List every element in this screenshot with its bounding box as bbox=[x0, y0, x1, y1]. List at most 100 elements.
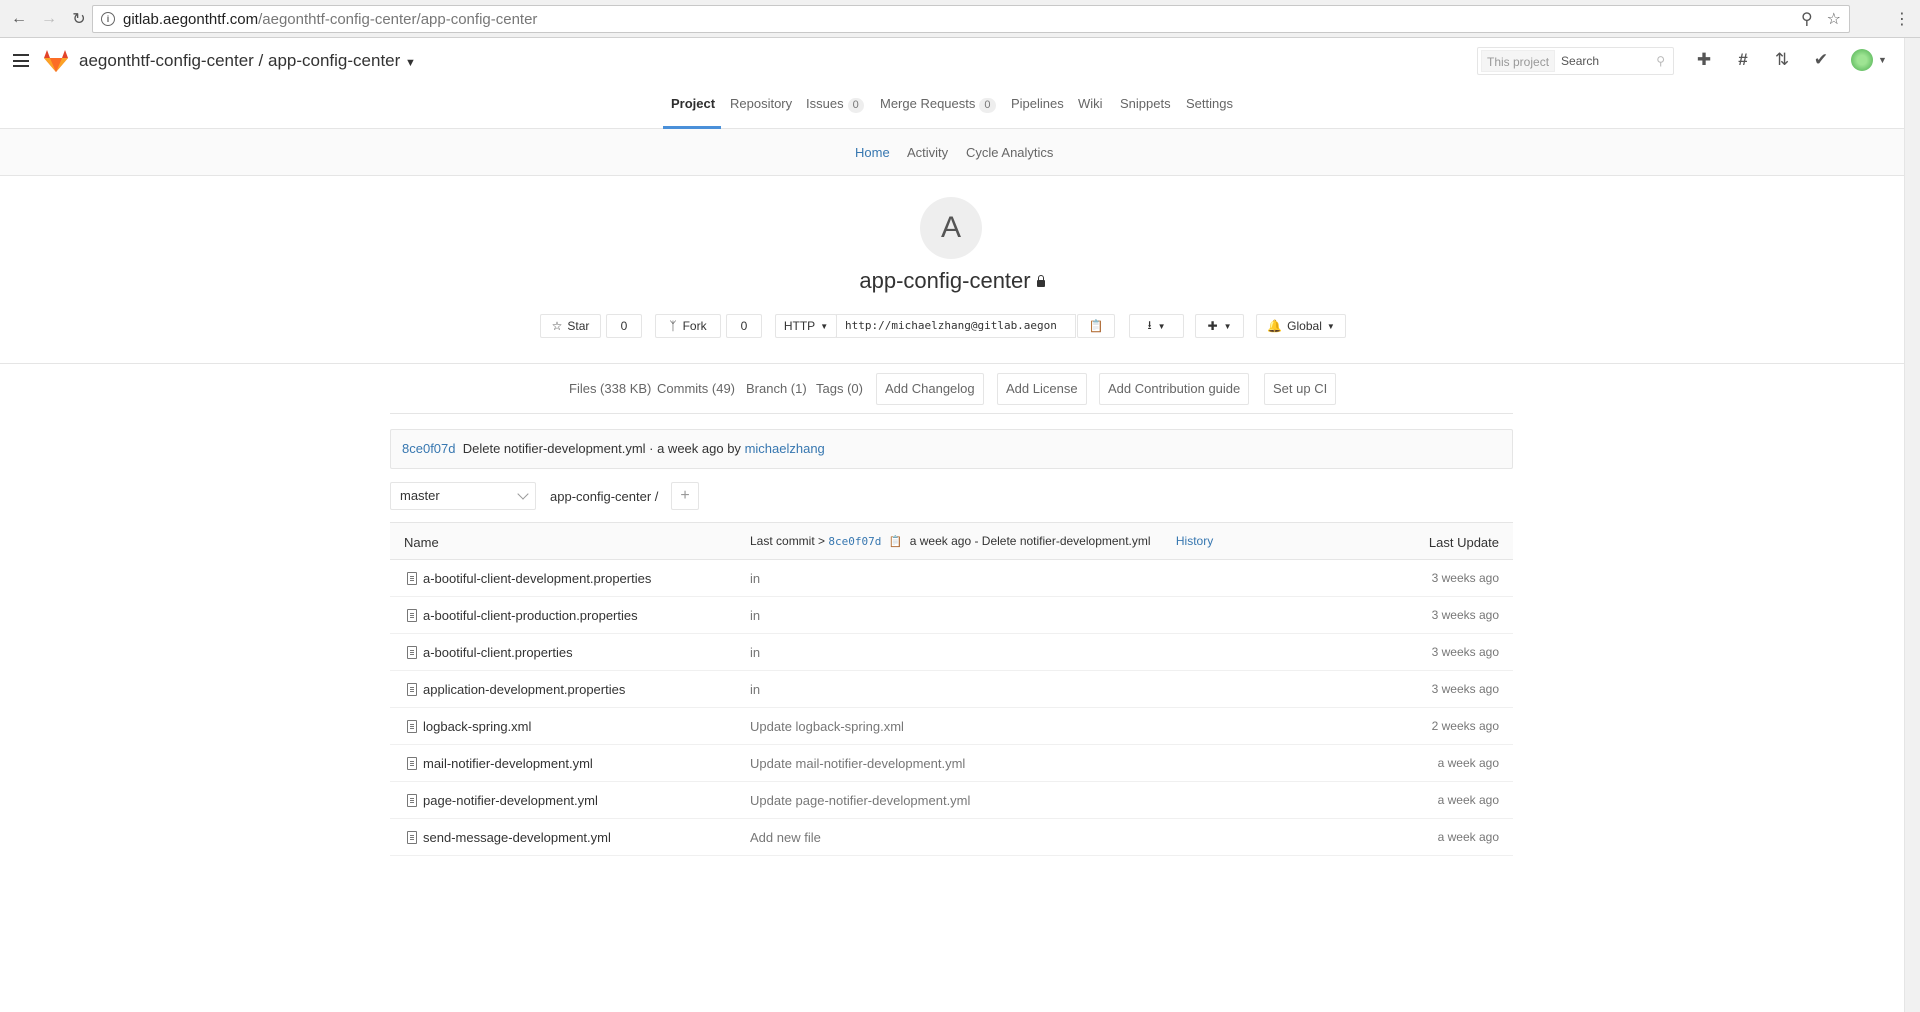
tab-pipelines[interactable]: Pipelines bbox=[1011, 96, 1064, 111]
merge-request-icon[interactable]: ⇅ bbox=[1771, 50, 1793, 70]
table-row[interactable]: a-bootiful-client-production.properties … bbox=[390, 597, 1513, 634]
hamburger-menu-icon[interactable] bbox=[13, 54, 29, 67]
file-name-link[interactable]: logback-spring.xml bbox=[423, 719, 531, 734]
reload-icon[interactable]: ↻ bbox=[66, 6, 92, 32]
table-row[interactable]: page-notifier-development.yml Update pag… bbox=[390, 782, 1513, 819]
file-name-link[interactable]: application-development.properties bbox=[423, 682, 625, 697]
files-stat-link[interactable]: Files (338 KB) bbox=[569, 381, 651, 396]
column-header-name: Name bbox=[404, 535, 439, 550]
breadcrumb[interactable]: app-config-center / bbox=[550, 489, 658, 504]
tab-wiki[interactable]: Wiki bbox=[1078, 96, 1103, 111]
file-name-link[interactable]: mail-notifier-development.yml bbox=[423, 756, 593, 771]
history-link[interactable]: History bbox=[1176, 534, 1213, 548]
tab-issues[interactable]: Issues 0 bbox=[806, 96, 864, 113]
info-icon[interactable]: i bbox=[101, 12, 115, 26]
subtab-cycle-analytics[interactable]: Cycle Analytics bbox=[966, 145, 1053, 160]
forward-icon[interactable]: → bbox=[36, 6, 62, 32]
add-contribution-guide-button[interactable]: Add Contribution guide bbox=[1099, 373, 1250, 405]
commits-stat-link[interactable]: Commits (49) bbox=[657, 381, 735, 396]
tab-merge-requests[interactable]: Merge Requests 0 bbox=[880, 96, 996, 113]
table-row[interactable]: application-development.properties in 3 … bbox=[390, 671, 1513, 708]
table-row[interactable]: send-message-development.yml Add new fil… bbox=[390, 819, 1513, 856]
file-name-link[interactable]: page-notifier-development.yml bbox=[423, 793, 598, 808]
file-commit-message[interactable]: in bbox=[750, 645, 760, 660]
file-last-update: a week ago bbox=[1437, 756, 1499, 770]
commit-sha-link[interactable]: 8ce0f07d bbox=[402, 441, 456, 456]
file-commit-message[interactable]: Update mail-notifier-development.yml bbox=[750, 756, 965, 771]
new-item-dropdown[interactable]: ✚ ▼ bbox=[1195, 314, 1244, 338]
issues-hash-icon[interactable]: # bbox=[1732, 50, 1754, 70]
clone-url-input[interactable]: http://michaelzhang@gitlab.aegon bbox=[836, 314, 1076, 338]
caret-down-icon: ▼ bbox=[1326, 321, 1335, 331]
file-icon bbox=[407, 646, 417, 659]
browser-menu-icon[interactable]: ⋮ bbox=[1894, 9, 1910, 29]
notification-dropdown[interactable]: 🔔 Global ▼ bbox=[1256, 314, 1346, 338]
file-name-link[interactable]: a-bootiful-client-production.properties bbox=[423, 608, 638, 623]
search-scope-badge[interactable]: This project bbox=[1481, 50, 1556, 72]
add-license-button[interactable]: Add License bbox=[997, 373, 1087, 405]
tab-repository[interactable]: Repository bbox=[730, 96, 792, 111]
search-placeholder: Search bbox=[1561, 54, 1600, 68]
file-commit-message[interactable]: in bbox=[750, 608, 760, 623]
table-row[interactable]: logback-spring.xml Update logback-spring… bbox=[390, 708, 1513, 745]
plus-icon[interactable]: ✚ bbox=[1693, 50, 1715, 70]
table-row[interactable]: a-bootiful-client-development.properties… bbox=[390, 560, 1513, 597]
star-button[interactable]: ☆ Star bbox=[540, 314, 601, 338]
project-name: app-config-center bbox=[859, 268, 1031, 293]
address-bar[interactable]: i gitlab.aegonthtf.com/aegonthtf-config-… bbox=[92, 5, 1850, 33]
copy-sha-icon[interactable]: 📋 bbox=[889, 536, 903, 548]
tab-snippets[interactable]: Snippets bbox=[1120, 96, 1171, 111]
caret-down-icon[interactable]: ▼ bbox=[1878, 55, 1887, 65]
project-path-title[interactable]: aegonthtf-config-center / app-config-cen… bbox=[79, 51, 416, 71]
page-scrollbar[interactable] bbox=[1904, 38, 1920, 1012]
file-last-update: 3 weeks ago bbox=[1431, 571, 1499, 585]
fork-button[interactable]: ᛉ Fork bbox=[655, 314, 721, 338]
search-input[interactable]: This project Search ⚲ bbox=[1477, 47, 1674, 75]
file-name-link[interactable]: a-bootiful-client-development.properties bbox=[423, 571, 651, 586]
add-file-button[interactable]: + bbox=[671, 482, 699, 510]
fork-icon: ᛉ bbox=[669, 319, 677, 333]
issues-count-badge: 0 bbox=[847, 98, 864, 113]
table-row[interactable]: a-bootiful-client.properties in 3 weeks … bbox=[390, 634, 1513, 671]
table-row[interactable]: mail-notifier-development.yml Update mai… bbox=[390, 745, 1513, 782]
caret-down-icon: ▼ bbox=[1157, 321, 1166, 331]
protocol-label: HTTP bbox=[783, 319, 816, 333]
bookmark-star-icon[interactable]: ☆ bbox=[1827, 9, 1841, 29]
file-commit-message[interactable]: Update page-notifier-development.yml bbox=[750, 793, 970, 808]
branch-dropdown[interactable]: master bbox=[390, 482, 536, 510]
todos-check-icon[interactable]: ✔ bbox=[1810, 50, 1832, 70]
file-commit-message[interactable]: in bbox=[750, 682, 760, 697]
tab-settings[interactable]: Settings bbox=[1186, 96, 1233, 111]
gitlab-logo-icon[interactable] bbox=[43, 49, 69, 73]
file-commit-message[interactable]: Update logback-spring.xml bbox=[750, 719, 904, 734]
protocol-dropdown[interactable]: HTTP ▼ bbox=[775, 314, 837, 338]
commit-author-link[interactable]: michaelzhang bbox=[745, 441, 825, 456]
zoom-icon[interactable]: ⚲ bbox=[1801, 9, 1813, 29]
fork-count[interactable]: 0 bbox=[726, 314, 762, 338]
file-name-link[interactable]: send-message-development.yml bbox=[423, 830, 611, 845]
project-path-text: aegonthtf-config-center / app-config-cen… bbox=[79, 51, 401, 70]
notification-label: Global bbox=[1287, 319, 1322, 333]
file-last-update: 3 weeks ago bbox=[1431, 682, 1499, 696]
branch-stat-link[interactable]: Branch (1) bbox=[746, 381, 807, 396]
url-host: gitlab.aegonthtf.com bbox=[123, 10, 259, 28]
subtab-activity[interactable]: Activity bbox=[907, 145, 948, 160]
back-icon[interactable]: ← bbox=[6, 6, 32, 32]
file-icon bbox=[407, 720, 417, 733]
tab-project[interactable]: Project bbox=[671, 96, 715, 111]
star-count[interactable]: 0 bbox=[606, 314, 642, 338]
file-commit-message[interactable]: Add new file bbox=[750, 830, 821, 845]
user-avatar[interactable] bbox=[1851, 49, 1873, 71]
file-name-link[interactable]: a-bootiful-client.properties bbox=[423, 645, 573, 660]
download-dropdown[interactable]: ⭳ ▼ bbox=[1129, 314, 1184, 338]
subtab-home[interactable]: Home bbox=[855, 145, 890, 160]
copy-url-button[interactable]: 📋 bbox=[1077, 314, 1115, 338]
tags-stat-link[interactable]: Tags (0) bbox=[816, 381, 863, 396]
head-commit-sha-link[interactable]: 8ce0f07d bbox=[828, 535, 881, 548]
file-commit-message[interactable]: in bbox=[750, 571, 760, 586]
star-label: Star bbox=[567, 319, 590, 333]
clipboard-icon: 📋 bbox=[1088, 319, 1104, 333]
add-changelog-button[interactable]: Add Changelog bbox=[876, 373, 984, 405]
fork-label: Fork bbox=[682, 319, 707, 333]
setup-ci-button[interactable]: Set up CI bbox=[1264, 373, 1337, 405]
